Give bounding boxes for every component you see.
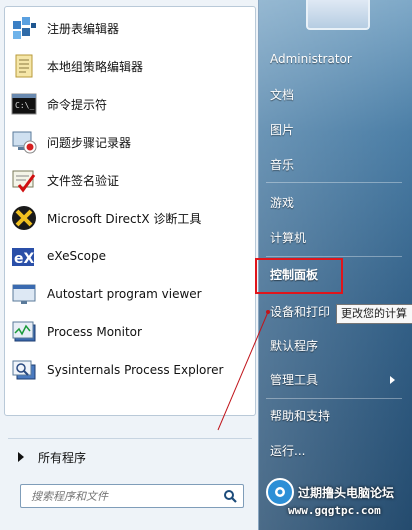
documents-link[interactable]: 文档 bbox=[270, 84, 294, 106]
steps-recorder-icon bbox=[9, 127, 39, 157]
program-label: Microsoft DirectX 诊断工具 bbox=[47, 211, 202, 226]
program-label: Process Monitor bbox=[47, 325, 142, 339]
chevron-right-icon bbox=[18, 452, 24, 462]
program-list: 注册表编辑器 本地组策略编辑器 C:\_ 命令提示符 问题步骤记录器 文件签名验… bbox=[4, 6, 256, 416]
program-label: Autostart program viewer bbox=[47, 287, 202, 301]
program-label: 注册表编辑器 bbox=[47, 21, 120, 36]
chevron-right-icon bbox=[390, 376, 395, 384]
all-programs-button[interactable]: 所有程序 bbox=[4, 446, 254, 468]
pictures-link[interactable]: 图片 bbox=[270, 119, 294, 141]
process-monitor-icon bbox=[9, 317, 39, 347]
divider bbox=[266, 398, 402, 399]
program-label: eXeScope bbox=[47, 249, 107, 263]
start-menu-left-pane: 注册表编辑器 本地组策略编辑器 C:\_ 命令提示符 问题步骤记录器 文件签名验… bbox=[0, 0, 259, 530]
exescope-icon: eX bbox=[9, 241, 39, 271]
help-support-link[interactable]: 帮助和支持 bbox=[270, 405, 330, 427]
program-label: 问题步骤记录器 bbox=[47, 135, 132, 150]
search-icon[interactable] bbox=[223, 489, 237, 503]
divider bbox=[266, 182, 402, 183]
watermark-url: www.gqgtpc.com bbox=[288, 504, 381, 517]
registry-editor-icon bbox=[9, 13, 39, 43]
program-item-steps-recorder[interactable]: 问题步骤记录器 bbox=[9, 125, 251, 159]
svg-text:C:\_: C:\_ bbox=[15, 101, 34, 110]
divider bbox=[8, 438, 252, 439]
forum-logo-icon bbox=[266, 478, 294, 506]
command-prompt-icon: C:\_ bbox=[9, 89, 39, 119]
search-input[interactable] bbox=[29, 488, 213, 504]
music-link[interactable]: 音乐 bbox=[270, 154, 294, 176]
search-box[interactable] bbox=[20, 484, 244, 508]
admin-tools-link[interactable]: 管理工具 bbox=[270, 369, 318, 391]
divider bbox=[266, 256, 402, 257]
autostart-icon bbox=[9, 279, 39, 309]
program-item-directx[interactable]: Microsoft DirectX 诊断工具 bbox=[9, 201, 251, 235]
highlight-annotation-box bbox=[255, 258, 343, 294]
computer-link[interactable]: 计算机 bbox=[270, 227, 306, 249]
program-label: 本地组策略编辑器 bbox=[47, 59, 144, 74]
devices-printers-link[interactable]: 设备和打印 bbox=[270, 301, 330, 323]
program-item-autostart[interactable]: Autostart program viewer bbox=[9, 277, 251, 311]
user-name-link[interactable]: Administrator bbox=[270, 48, 352, 70]
program-label: 命令提示符 bbox=[47, 97, 108, 112]
tooltip: 更改您的计算 bbox=[336, 304, 412, 324]
user-picture[interactable] bbox=[306, 0, 370, 30]
watermark: 过期撸头电脑论坛 www.gqgtpc.com bbox=[266, 468, 410, 517]
watermark-title: 过期撸头电脑论坛 bbox=[298, 485, 395, 500]
process-explorer-icon bbox=[9, 355, 39, 385]
run-link[interactable]: 运行... bbox=[270, 440, 305, 462]
group-policy-icon bbox=[9, 51, 39, 81]
program-item-process-monitor[interactable]: Process Monitor bbox=[9, 315, 251, 349]
program-item-file-signature[interactable]: 文件签名验证 bbox=[9, 163, 251, 197]
games-link[interactable]: 游戏 bbox=[270, 192, 294, 214]
default-programs-link[interactable]: 默认程序 bbox=[270, 335, 318, 357]
program-item-command-prompt[interactable]: C:\_ 命令提示符 bbox=[9, 87, 251, 121]
program-label: 文件签名验证 bbox=[47, 173, 120, 188]
program-label: Sysinternals Process Explorer bbox=[47, 363, 224, 377]
program-item-exescope[interactable]: eX eXeScope bbox=[9, 239, 251, 273]
svg-text:eX: eX bbox=[14, 251, 34, 267]
all-programs-label: 所有程序 bbox=[38, 450, 87, 465]
program-item-group-policy[interactable]: 本地组策略编辑器 bbox=[9, 49, 251, 83]
program-item-process-explorer[interactable]: Sysinternals Process Explorer bbox=[9, 353, 251, 387]
program-item-registry-editor[interactable]: 注册表编辑器 bbox=[9, 11, 251, 45]
file-signature-icon bbox=[9, 165, 39, 195]
directx-icon bbox=[9, 203, 39, 233]
